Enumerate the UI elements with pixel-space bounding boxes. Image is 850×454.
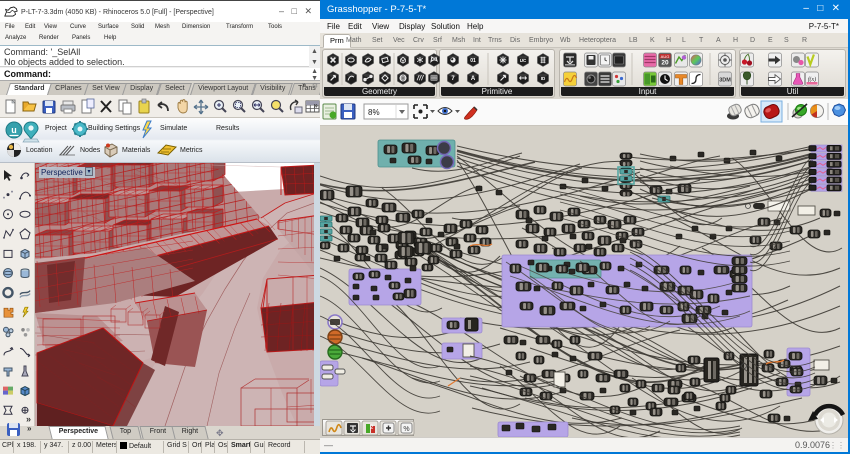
svg-text:f(x): f(x) [808,76,816,83]
svg-text:ID: ID [541,76,546,81]
svg-text:AUG: AUG [661,54,670,59]
svg-text:3DM: 3DM [719,78,731,84]
svg-text:»: » [26,414,31,424]
svg-text:u: u [11,125,17,135]
svg-text:A: A [471,76,476,82]
svg-text:%: % [403,426,409,433]
svg-text:20: 20 [661,60,669,67]
svg-text:01: 01 [470,58,476,64]
svg-text:UC: UC [520,58,527,63]
svg-text:8%: 8% [368,108,380,117]
